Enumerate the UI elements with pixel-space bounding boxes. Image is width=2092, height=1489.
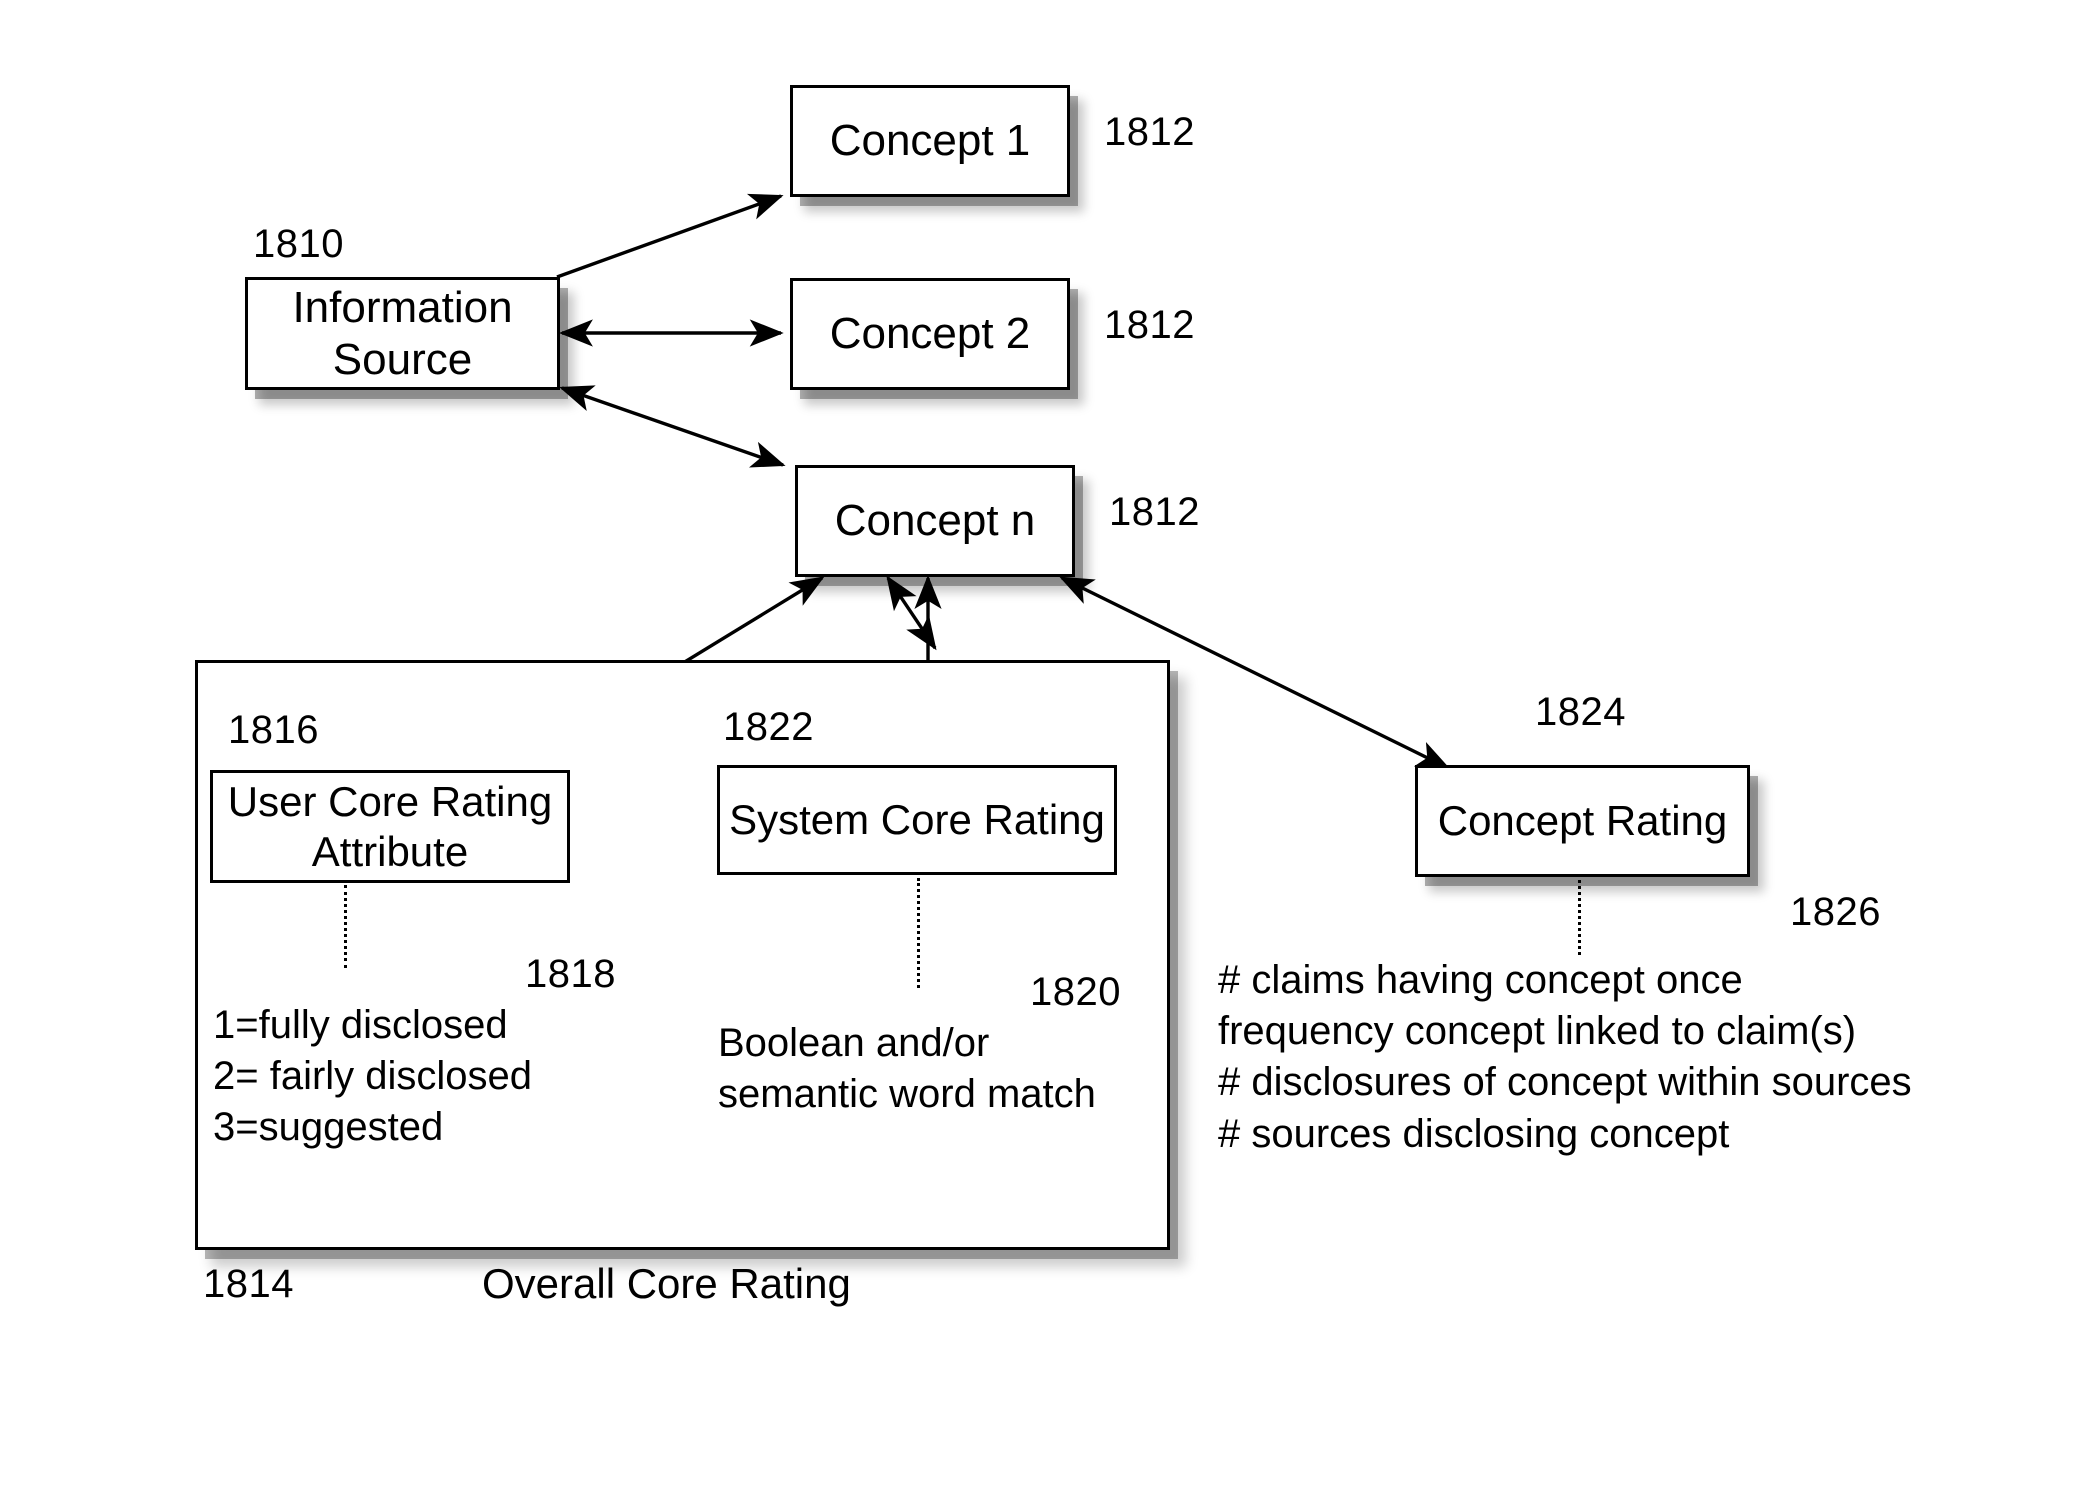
concept-n-label: Concept n: [834, 496, 1036, 546]
concept-n-box[interactable]: Concept n: [795, 465, 1075, 577]
edge-source-to-concept1: [556, 193, 784, 279]
concept-rating-label: Concept Rating: [1437, 797, 1728, 845]
edge-source-to-conceptn: [559, 385, 786, 468]
leader-line-user-core-rating: [344, 885, 347, 968]
concept-rating-box[interactable]: Concept Rating: [1415, 765, 1750, 877]
ref-1818-user-rating-scale: 1818: [525, 952, 616, 996]
system-core-rating-box[interactable]: System Core Rating: [717, 765, 1117, 875]
concept-1-box[interactable]: Concept 1: [790, 85, 1070, 197]
overall-core-rating-container: [195, 660, 1170, 1250]
system-core-rating-label: System Core Rating: [729, 796, 1105, 844]
leader-line-concept-rating: [1578, 880, 1581, 955]
ref-1816-user-core-rating: 1816: [228, 708, 319, 752]
ref-1824-concept-rating: 1824: [1535, 690, 1626, 734]
information-source-box[interactable]: Information Source: [245, 277, 560, 390]
ref-1812-concept-n: 1812: [1109, 490, 1200, 534]
figure-canvas: Concept 1 1812 1810 Information Source C…: [0, 0, 2092, 1489]
concept-1-label: Concept 1: [829, 116, 1031, 166]
ref-1812-concept-2: 1812: [1104, 303, 1195, 347]
concept-rating-metrics-text: # claims having concept once frequency c…: [1218, 958, 1912, 1156]
overall-core-rating-caption: Overall Core Rating: [482, 1260, 851, 1307]
ref-1810-information-source: 1810: [253, 222, 344, 266]
user-rating-scale-text: 1=fully disclosed 2= fairly disclosed 3=…: [213, 1003, 533, 1150]
ref-1812-concept-1: 1812: [1104, 110, 1195, 154]
system-rating-method-text: Boolean and/or semantic word match: [718, 1021, 1096, 1117]
concept-2-box[interactable]: Concept 2: [790, 278, 1070, 390]
concept-2-label: Concept 2: [829, 309, 1031, 359]
edge-conceptn-to-overall-core-rating: [886, 575, 937, 651]
user-core-rating-attribute-box[interactable]: User Core Rating Attribute: [210, 770, 570, 883]
user-core-rating-attribute-label: User Core Rating Attribute: [227, 777, 553, 875]
ref-1814-overall-core-rating: 1814: [203, 1262, 294, 1306]
ref-1826-concept-rating-metrics: 1826: [1790, 890, 1881, 934]
ref-1822-system-core-rating: 1822: [723, 705, 814, 749]
ref-1820-system-rating-method: 1820: [1030, 970, 1121, 1014]
leader-line-system-core-rating: [917, 878, 920, 988]
information-source-label: Information Source: [292, 282, 513, 384]
